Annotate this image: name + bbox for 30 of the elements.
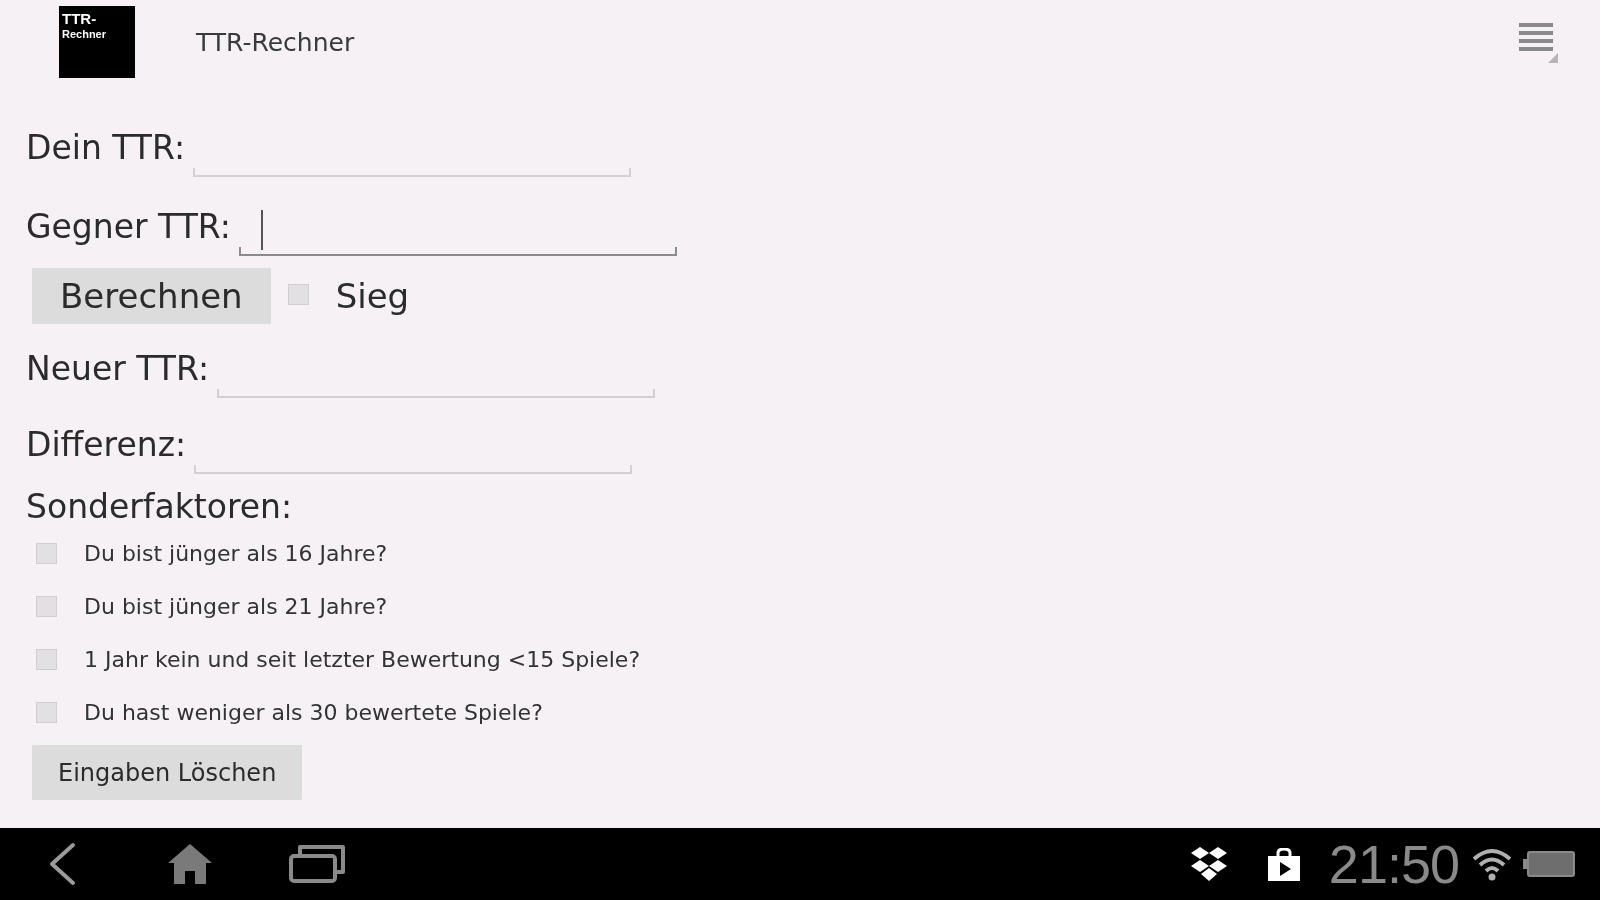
checkbox-label[interactable]: Du hast weniger als 30 bewertete Spiele?	[84, 700, 543, 725]
field-label: Dein TTR:	[26, 127, 186, 167]
diamonds-icon	[1190, 847, 1227, 881]
checkbox-label[interactable]: 1 Jahr kein und seit letzter Bewertung <15 Spiele?	[84, 647, 641, 672]
checkbox[interactable]	[287, 283, 309, 305]
clock-time: 21:50	[1328, 834, 1459, 894]
home-icon[interactable]	[167, 843, 213, 885]
field-label: Neuer TTR:	[26, 348, 210, 388]
checkbox-label[interactable]: Du bist jünger als 21 Jahre?	[84, 594, 388, 619]
menu-icon[interactable]	[1518, 21, 1558, 63]
app-title: TTR-Rechner	[196, 27, 355, 57]
clear-button[interactable]: Eingaben Löschen	[32, 745, 303, 800]
calculate-button[interactable]: Berechnen	[32, 268, 271, 324]
logo-text: Rechner	[62, 27, 107, 41]
wifi-icon	[1471, 847, 1513, 881]
checkbox[interactable]	[36, 702, 57, 723]
checkbox-label[interactable]: Sieg	[335, 276, 410, 316]
shopping-bag-icon	[1266, 847, 1301, 881]
back-icon[interactable]	[48, 842, 76, 886]
checkbox[interactable]	[36, 649, 57, 670]
field-label: Differenz:	[26, 424, 187, 464]
battery-icon	[1523, 851, 1575, 877]
text-cursor	[260, 210, 263, 250]
logo-text: TTR-	[62, 10, 97, 27]
checkbox-label[interactable]: Du bist jünger als 16 Jahre?	[84, 541, 388, 566]
checkbox[interactable]	[36, 543, 57, 564]
checkbox[interactable]	[36, 596, 57, 617]
field-label: Gegner TTR:	[26, 206, 231, 246]
recent-apps-icon[interactable]	[288, 844, 346, 884]
section-heading: Sonderfaktoren:	[26, 487, 293, 527]
